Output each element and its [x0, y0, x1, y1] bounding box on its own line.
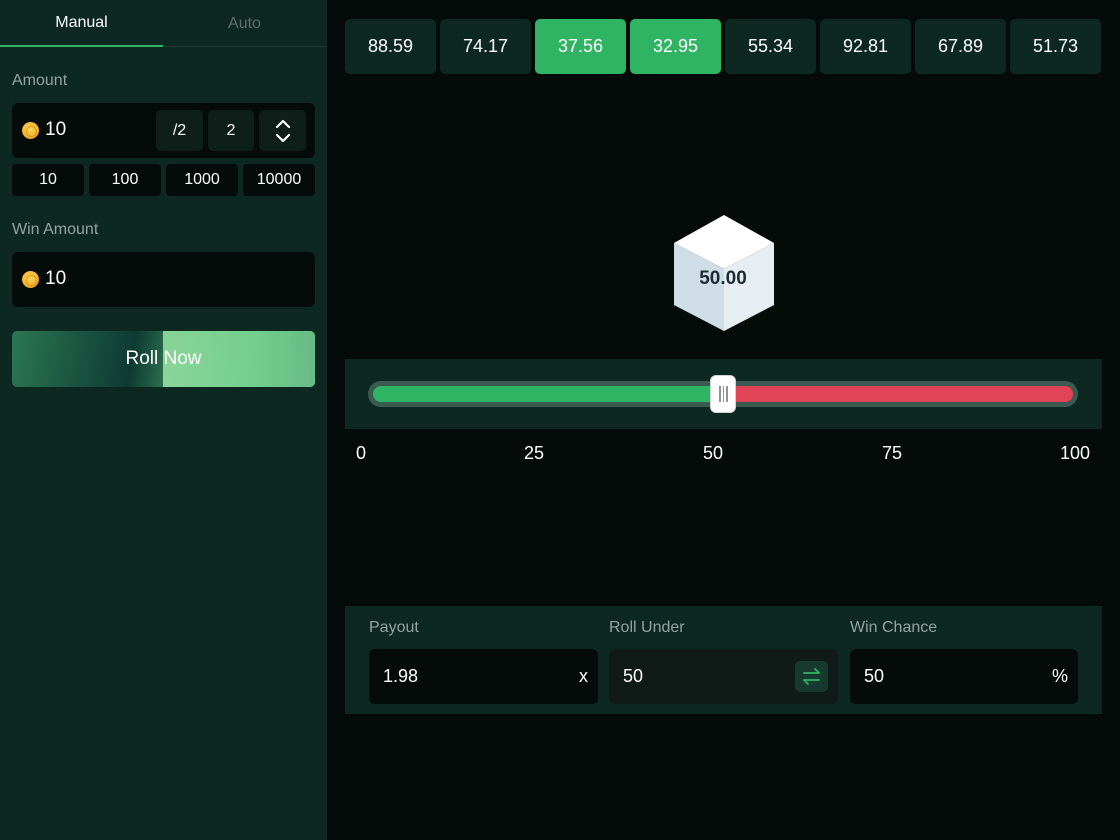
- dice-game-app: Manual Auto Amount 10 /2 2 10 100 1000 1…: [0, 0, 1120, 840]
- tab-auto[interactable]: Auto: [163, 0, 326, 47]
- win-chance-suffix: %: [1051, 666, 1068, 686]
- history-chip: 37.56: [535, 19, 626, 74]
- payout-field[interactable]: 1.98 x: [369, 649, 598, 704]
- slider-tick-label: 75: [882, 443, 903, 463]
- lose-range-fill: [722, 386, 1073, 402]
- double-amount-button[interactable]: 2: [208, 110, 254, 151]
- roll-now-label: Roll Now: [125, 348, 202, 369]
- swap-arrows-icon: [803, 668, 820, 685]
- win-chance-field[interactable]: 50 %: [850, 649, 1078, 704]
- history-chip: 55.34: [725, 19, 816, 74]
- amount-field[interactable]: 10 /2 2: [12, 103, 315, 158]
- slider-tick-label: 25: [524, 443, 545, 463]
- payout-value: 1.98: [383, 666, 419, 686]
- history-chip: 51.73: [1010, 19, 1101, 74]
- win-range-fill: [373, 386, 725, 402]
- preset-button[interactable]: 100: [89, 164, 161, 196]
- win-amount-label: Win Amount: [12, 221, 99, 238]
- preset-button[interactable]: 10: [12, 164, 84, 196]
- half-amount-button[interactable]: /2: [156, 110, 203, 151]
- amount-label: Amount: [12, 72, 68, 89]
- history-chip: 92.81: [820, 19, 911, 74]
- mode-tabs: Manual Auto: [0, 0, 327, 47]
- win-amount-field: 10: [12, 252, 315, 307]
- roll-under-value: 50: [623, 666, 644, 686]
- coin-icon: [22, 122, 39, 139]
- roll-under-field[interactable]: 50: [609, 649, 838, 704]
- slider-tick-label: 100: [1060, 443, 1091, 463]
- win-chance-label: Win Chance: [850, 619, 938, 636]
- dice-result: 50.00: [699, 268, 747, 289]
- roll-under-label: Roll Under: [609, 619, 685, 636]
- bet-sidebar: Manual Auto Amount 10 /2 2 10 100 1000 1…: [0, 0, 327, 840]
- win-amount-value: 10: [45, 268, 67, 289]
- history-chip: 67.89: [915, 19, 1006, 74]
- swap-roll-direction-button[interactable]: [795, 661, 828, 692]
- history-chip: 32.95: [630, 19, 721, 74]
- payout-label: Payout: [369, 619, 419, 636]
- win-chance-value: 50: [864, 666, 885, 686]
- coin-icon: [22, 271, 39, 288]
- amount-stepper[interactable]: [259, 110, 306, 151]
- preset-button[interactable]: 10000: [243, 164, 315, 196]
- slider-tick-label: 50: [703, 443, 724, 463]
- slider-tick-label: 0: [356, 443, 367, 463]
- payout-suffix: x: [579, 666, 588, 686]
- amount-value: 10: [45, 119, 67, 140]
- tab-manual[interactable]: Manual: [0, 0, 163, 47]
- slider-handle[interactable]: [711, 376, 735, 412]
- history-chip: 88.59: [345, 19, 436, 74]
- preset-button[interactable]: 1000: [166, 164, 238, 196]
- roll-now-button[interactable]: Roll Now: [12, 331, 315, 387]
- chevron-up-down-icon: [275, 119, 290, 142]
- history-chip: 74.17: [440, 19, 531, 74]
